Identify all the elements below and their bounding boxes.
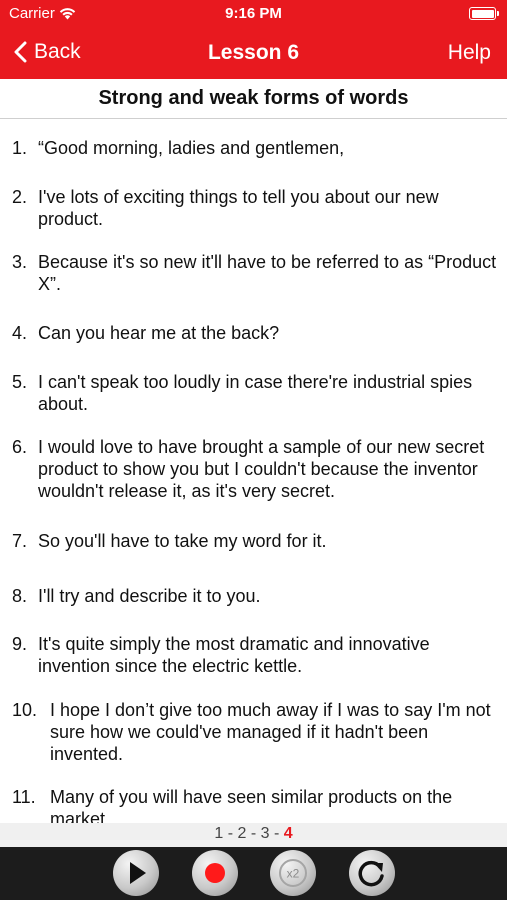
item-text: I'll try and describe it to you. bbox=[38, 586, 261, 606]
page-separator: - bbox=[227, 825, 234, 842]
item-number: 1. bbox=[12, 138, 28, 158]
page-title: Lesson 6 bbox=[207, 41, 300, 64]
item-number: 5. bbox=[12, 372, 28, 392]
item-text: “Good morning, ladies and gentlemen, bbox=[38, 138, 345, 158]
page-link-3[interactable]: 3 bbox=[261, 825, 270, 842]
list-item: 5. I can't speak too loudly in case ther… bbox=[12, 371, 502, 415]
list-item: 6. I would love to have brought a sample… bbox=[12, 436, 502, 502]
page-indicator: 1 - 2 - 3 - 4 bbox=[0, 823, 507, 847]
item-number: 9. bbox=[12, 634, 28, 654]
speed-x2-button[interactable]: x2 bbox=[270, 850, 316, 896]
item-text: I can't speak too loudly in case there'r… bbox=[38, 372, 473, 414]
battery-icon bbox=[469, 7, 499, 20]
page-link-4-current[interactable]: 4 bbox=[284, 825, 293, 842]
speed-x2-icon: x2 bbox=[279, 859, 307, 887]
item-number: 3. bbox=[12, 252, 28, 272]
list-item: 3. Because it's so new it'll have to be … bbox=[12, 251, 502, 295]
item-text: Many of you will have seen similar produ… bbox=[50, 787, 453, 823]
item-number: 11. bbox=[12, 787, 36, 807]
status-bar: Carrier 9:16 PM bbox=[0, 0, 507, 28]
item-text: It's quite simply the most dramatic and … bbox=[38, 634, 430, 676]
item-number: 6. bbox=[12, 437, 28, 457]
item-text: Because it's so new it'll have to be ref… bbox=[38, 252, 497, 294]
item-number: 4. bbox=[12, 323, 28, 343]
item-text: I hope I don’t give too much away if I w… bbox=[50, 700, 491, 764]
page-separator: - bbox=[273, 825, 280, 842]
item-text: Can you hear me at the back? bbox=[38, 323, 280, 343]
play-button[interactable] bbox=[113, 850, 159, 896]
list-item: 11. Many of you will have seen similar p… bbox=[12, 786, 502, 823]
item-text: I've lots of exciting things to tell you… bbox=[38, 187, 439, 229]
list-item: 8. I'll try and describe it to you. bbox=[12, 585, 502, 607]
top-bar: Carrier 9:16 PM Back Lesson 6 Help bbox=[0, 0, 507, 79]
list-item: 2. I've lots of exciting things to tell … bbox=[12, 186, 502, 230]
status-time: 9:16 PM bbox=[225, 5, 282, 22]
page-link-1[interactable]: 1 bbox=[214, 825, 223, 842]
help-button[interactable]: Help bbox=[448, 41, 491, 65]
page-separator: - bbox=[250, 825, 257, 842]
record-icon bbox=[205, 863, 225, 883]
play-icon bbox=[130, 862, 146, 884]
list-item: 7. So you'll have to take my word for it… bbox=[12, 530, 502, 552]
replay-icon bbox=[358, 860, 384, 887]
item-number: 10. bbox=[12, 700, 38, 720]
section-title: Strong and weak forms of words bbox=[0, 79, 507, 119]
record-button[interactable] bbox=[192, 850, 238, 896]
item-number: 7. bbox=[12, 531, 28, 551]
svg-text:x2: x2 bbox=[287, 867, 300, 881]
sentence-list[interactable]: 1. “Good morning, ladies and gentlemen, … bbox=[0, 119, 507, 823]
item-number: 8. bbox=[12, 586, 28, 606]
audio-controls: x2 bbox=[0, 847, 507, 900]
item-text: I would love to have brought a sample of… bbox=[38, 437, 485, 501]
replay-button[interactable] bbox=[349, 850, 395, 896]
list-item: 1. “Good morning, ladies and gentlemen, bbox=[12, 137, 502, 159]
list-item: 10. I hope I don’t give too much away if… bbox=[12, 699, 502, 765]
item-text: So you'll have to take my word for it. bbox=[38, 531, 327, 551]
list-item: 4. Can you hear me at the back? bbox=[12, 322, 502, 344]
navigation-bar: Back Lesson 6 Help bbox=[0, 28, 507, 79]
item-number: 2. bbox=[12, 187, 28, 207]
page-link-2[interactable]: 2 bbox=[237, 825, 246, 842]
list-item: 9. It's quite simply the most dramatic a… bbox=[12, 633, 502, 677]
